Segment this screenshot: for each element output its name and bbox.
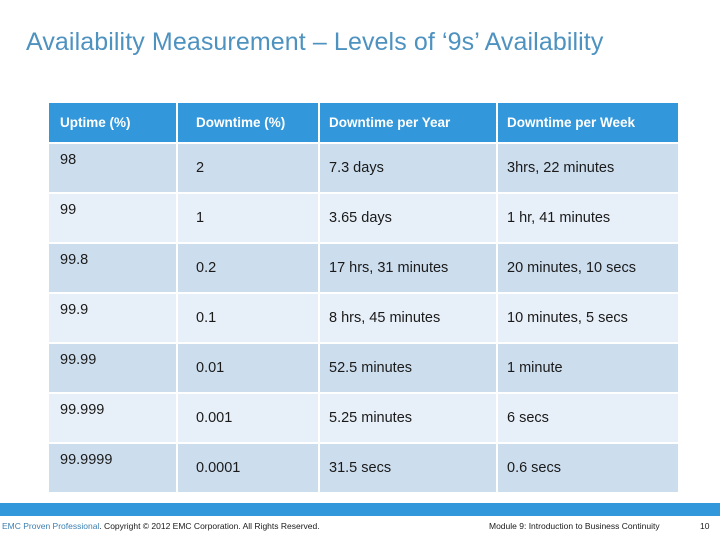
cell-downtime-per-week: 1 minute bbox=[498, 344, 678, 392]
cell-downtime-per-year: 17 hrs, 31 minutes bbox=[320, 244, 496, 292]
cell-uptime: 98 bbox=[49, 144, 176, 192]
availability-table-container: Uptime (%) Downtime (%) Downtime per Yea… bbox=[47, 101, 678, 494]
cell-uptime: 99.99 bbox=[49, 344, 176, 392]
cell-uptime: 99 bbox=[49, 194, 176, 242]
table-row: 99.9999 0.0001 31.5 secs 0.6 secs bbox=[49, 444, 678, 492]
cell-downtime-per-week: 10 minutes, 5 secs bbox=[498, 294, 678, 342]
cell-downtime-per-year: 52.5 minutes bbox=[320, 344, 496, 392]
table-row: 98 2 7.3 days 3hrs, 22 minutes bbox=[49, 144, 678, 192]
column-header-downtime-per-year: Downtime per Year bbox=[320, 103, 496, 142]
cell-downtime: 2 bbox=[178, 144, 318, 192]
table-header: Uptime (%) Downtime (%) Downtime per Yea… bbox=[49, 103, 678, 142]
cell-downtime-per-year: 5.25 minutes bbox=[320, 394, 496, 442]
cell-uptime: 99.9 bbox=[49, 294, 176, 342]
footer-page-number: 10 bbox=[700, 521, 710, 531]
cell-uptime: 99.999 bbox=[49, 394, 176, 442]
cell-downtime-per-week: 3hrs, 22 minutes bbox=[498, 144, 678, 192]
page-title: Availability Measurement – Levels of ‘9s… bbox=[26, 28, 604, 56]
cell-downtime-per-week: 0.6 secs bbox=[498, 444, 678, 492]
table-row: 99.99 0.01 52.5 minutes 1 minute bbox=[49, 344, 678, 392]
cell-downtime-per-year: 31.5 secs bbox=[320, 444, 496, 492]
cell-downtime-per-year: 7.3 days bbox=[320, 144, 496, 192]
column-header-downtime-per-week: Downtime per Week bbox=[498, 103, 678, 142]
table-row: 99.9 0.1 8 hrs, 45 minutes 10 minutes, 5… bbox=[49, 294, 678, 342]
table-row: 99 1 3.65 days 1 hr, 41 minutes bbox=[49, 194, 678, 242]
cell-downtime: 0.0001 bbox=[178, 444, 318, 492]
cell-downtime: 0.01 bbox=[178, 344, 318, 392]
column-header-uptime: Uptime (%) bbox=[49, 103, 176, 142]
cell-uptime: 99.9999 bbox=[49, 444, 176, 492]
cell-uptime: 99.8 bbox=[49, 244, 176, 292]
cell-downtime-per-week: 6 secs bbox=[498, 394, 678, 442]
cell-downtime-per-year: 3.65 days bbox=[320, 194, 496, 242]
cell-downtime-per-week: 20 minutes, 10 secs bbox=[498, 244, 678, 292]
table-body: 98 2 7.3 days 3hrs, 22 minutes 99 1 3.65… bbox=[49, 144, 678, 492]
cell-downtime: 0.001 bbox=[178, 394, 318, 442]
column-header-downtime: Downtime (%) bbox=[178, 103, 318, 142]
table-row: 99.999 0.001 5.25 minutes 6 secs bbox=[49, 394, 678, 442]
footer-copyright: EMC Proven Professional. Copyright © 201… bbox=[2, 521, 320, 531]
cell-downtime: 0.2 bbox=[178, 244, 318, 292]
table-row: 99.8 0.2 17 hrs, 31 minutes 20 minutes, … bbox=[49, 244, 678, 292]
cell-downtime: 1 bbox=[178, 194, 318, 242]
cell-downtime-per-week: 1 hr, 41 minutes bbox=[498, 194, 678, 242]
cell-downtime: 0.1 bbox=[178, 294, 318, 342]
footer-module-label: Module 9: Introduction to Business Conti… bbox=[489, 521, 660, 531]
cell-downtime-per-year: 8 hrs, 45 minutes bbox=[320, 294, 496, 342]
footer-copyright-text: . Copyright © 2012 EMC Corporation. All … bbox=[99, 521, 320, 531]
table-header-row: Uptime (%) Downtime (%) Downtime per Yea… bbox=[49, 103, 678, 142]
availability-table: Uptime (%) Downtime (%) Downtime per Yea… bbox=[47, 101, 680, 494]
footer-divider-bar bbox=[0, 503, 720, 516]
footer-brand: EMC Proven Professional bbox=[2, 521, 100, 531]
